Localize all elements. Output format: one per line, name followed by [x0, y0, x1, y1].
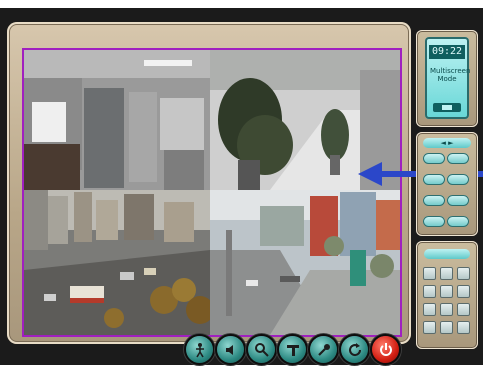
- layout-full-button[interactable]: [457, 303, 470, 316]
- tools-icon[interactable]: [279, 336, 306, 363]
- refresh-icon[interactable]: [341, 336, 368, 363]
- channel-button[interactable]: [423, 195, 445, 206]
- ptz-person-icon[interactable]: [186, 336, 213, 363]
- layout-custom-button[interactable]: [457, 321, 470, 334]
- settings-wrench-icon[interactable]: [310, 336, 337, 363]
- channel-button[interactable]: [447, 216, 469, 227]
- layout-eight-button[interactable]: [457, 285, 470, 298]
- channel-button[interactable]: [447, 195, 469, 206]
- layout-pip-button[interactable]: [440, 321, 453, 334]
- lcd-toggle-button[interactable]: [433, 103, 461, 112]
- channel-button[interactable]: [423, 174, 445, 185]
- channel-select-panel: ◄ ►: [416, 132, 478, 236]
- layout-thirteen-button[interactable]: [440, 303, 453, 316]
- channel-button[interactable]: [447, 174, 469, 185]
- lcd-display: 09:22 Multiscreen Mode: [425, 37, 471, 119]
- channel-button[interactable]: [423, 216, 445, 227]
- layout-ten-button[interactable]: [423, 303, 436, 316]
- camera-tile-4[interactable]: [210, 190, 400, 335]
- layout-bar[interactable]: [424, 249, 470, 259]
- mode-label: Multiscreen Mode: [430, 67, 471, 83]
- channel-button-grid: [422, 152, 472, 236]
- status-panel: 09:22 Multiscreen Mode: [416, 30, 478, 127]
- channel-pager[interactable]: ◄ ►: [423, 138, 471, 148]
- clock-readout: 09:22: [429, 45, 465, 59]
- camera-tile-3[interactable]: [24, 190, 210, 335]
- layout-sixteen-button[interactable]: [423, 285, 436, 298]
- layout-single-button[interactable]: [423, 267, 436, 280]
- layout-panel: [416, 241, 478, 349]
- channel-button[interactable]: [423, 153, 445, 164]
- layout-nine-button[interactable]: [457, 267, 470, 280]
- layout-six-button[interactable]: [440, 285, 453, 298]
- channel-button[interactable]: [447, 153, 469, 164]
- audio-icon[interactable]: [217, 336, 244, 363]
- dvr-viewer-window: 09:22 Multiscreen Mode ◄ ►: [0, 8, 483, 365]
- power-icon[interactable]: [372, 336, 399, 363]
- camera-tile-1[interactable]: [24, 50, 210, 190]
- video-grid: [22, 48, 402, 337]
- search-icon[interactable]: [248, 336, 275, 363]
- layout-quad-button[interactable]: [440, 267, 453, 280]
- layout-seq-button[interactable]: [423, 321, 436, 334]
